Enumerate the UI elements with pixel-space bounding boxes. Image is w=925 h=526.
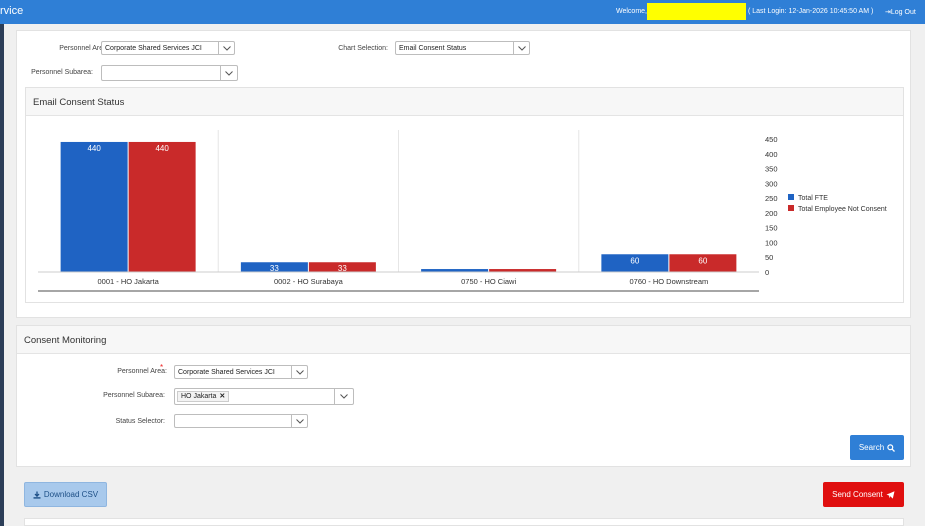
y-tick-label: 100 — [765, 238, 778, 247]
y-tick-label: 350 — [765, 165, 778, 174]
x-tick-label: 0750 - HO Ciawi — [461, 277, 516, 286]
monitoring-header: Consent Monitoring — [17, 326, 910, 354]
email-consent-chart: 440 440 0001 - HO Jakarta 33 33 0002 - HO Sur… — [26, 116, 903, 302]
bar-data-label: 440 — [155, 144, 169, 153]
monitoring-subarea-select[interactable]: HO Jakarta ✕ — [174, 388, 354, 405]
personnel-area-value: Corporate Shared Services JCI — [105, 45, 202, 52]
chevron-down-icon — [291, 415, 307, 427]
y-tick-label: 150 — [765, 224, 778, 233]
chevron-down-icon — [334, 389, 353, 404]
top-bar: rvice Welcome, ( Last Login: 12-Jan-2026… — [0, 0, 925, 24]
monitoring-title: Consent Monitoring — [24, 335, 107, 346]
y-tick-label: 300 — [765, 179, 778, 188]
chevron-down-icon — [220, 66, 237, 80]
send-consent-button[interactable]: Send Consent — [823, 482, 904, 507]
download-icon — [33, 491, 41, 499]
logout-link[interactable]: ⇥Log Out — [885, 8, 916, 16]
download-csv-button[interactable]: Download CSV — [24, 482, 107, 507]
y-tick-label: 200 — [765, 209, 778, 218]
monitoring-subarea-label: Personnel Subarea: — [103, 392, 165, 399]
search-button-label: Search — [858, 443, 885, 452]
status-selector-select[interactable] — [174, 414, 308, 428]
chevron-down-icon — [218, 42, 234, 54]
chart-card-header: Email Consent Status — [26, 88, 903, 116]
welcome-text: Welcome, — [616, 8, 647, 15]
monitoring-area-label: Personnel Area: — [117, 368, 167, 375]
y-tick-label: 50 — [765, 253, 773, 262]
close-icon[interactable]: ✕ — [219, 393, 225, 400]
bar-data-label: 440 — [87, 144, 101, 153]
chart-filter-panel: Personnel Area: Corporate Shared Service… — [16, 30, 911, 318]
monitoring-area-value: Corporate Shared Services JCI — [178, 369, 275, 376]
legend-label: Total Employee Not Consent — [798, 206, 887, 213]
bar-data-label: 60 — [630, 256, 639, 265]
personnel-area-label: Personnel Area: — [59, 45, 109, 52]
consent-monitoring-panel: Consent Monitoring Personnel Area: * Cor… — [16, 325, 911, 467]
x-tick-label: 0002 - HO Surabaya — [274, 277, 344, 286]
last-login-text: ( Last Login: 12-Jan-2026 10:45:50 AM ) — [748, 8, 874, 15]
bar-total-fte — [60, 141, 128, 272]
chart-title: Email Consent Status — [33, 97, 125, 108]
personnel-subarea-label: Personnel Subarea: — [31, 69, 93, 76]
app-title: rvice — [0, 5, 24, 17]
chart-selection-label: Chart Selection: — [338, 45, 388, 52]
personnel-subarea-select[interactable] — [101, 65, 238, 81]
status-selector-label: Status Selector: — [115, 418, 165, 425]
x-tick-label: 0001 - HO Jakarta — [97, 277, 159, 286]
chart-card: Email Consent Status 440 440 0001 - HO Jak… — [25, 87, 904, 303]
sidebar-edge — [0, 24, 4, 526]
download-csv-label: Download CSV — [43, 490, 99, 499]
chevron-down-icon — [291, 366, 307, 378]
send-consent-label: Send Consent — [832, 490, 883, 499]
chart-selection-value: Email Consent Status — [399, 45, 467, 52]
legend-label: Total FTE — [798, 195, 828, 202]
legend-swatch — [788, 194, 794, 200]
bar-not-consent — [128, 141, 196, 272]
y-tick-label: 250 — [765, 194, 778, 203]
y-tick-label: 400 — [765, 150, 778, 159]
logout-label: Log Out — [890, 9, 916, 16]
results-table-top — [24, 518, 904, 526]
subarea-tag-label: HO Jakarta — [181, 393, 217, 400]
chart-selection-select[interactable]: Email Consent Status — [395, 41, 530, 55]
search-button[interactable]: Search — [850, 435, 904, 460]
y-tick-label: 0 — [765, 268, 769, 277]
required-mark: * — [160, 363, 164, 372]
bar-data-label: 60 — [698, 256, 707, 265]
monitoring-area-select[interactable]: Corporate Shared Services JCI — [174, 365, 308, 379]
personnel-area-select[interactable]: Corporate Shared Services JCI — [101, 41, 235, 55]
chevron-down-icon — [513, 42, 529, 54]
redacted-username — [647, 3, 746, 20]
chart-svg: 440 4400001 - HO Jakarta33 330002 - HO Sur… — [38, 130, 887, 292]
x-tick-label: 0760 - HO Downstream — [629, 277, 708, 286]
subarea-tag: HO Jakarta ✕ — [177, 391, 230, 402]
y-tick-label: 450 — [765, 135, 778, 144]
legend-swatch — [788, 205, 794, 211]
paper-plane-icon — [886, 490, 895, 499]
search-icon — [887, 443, 896, 452]
